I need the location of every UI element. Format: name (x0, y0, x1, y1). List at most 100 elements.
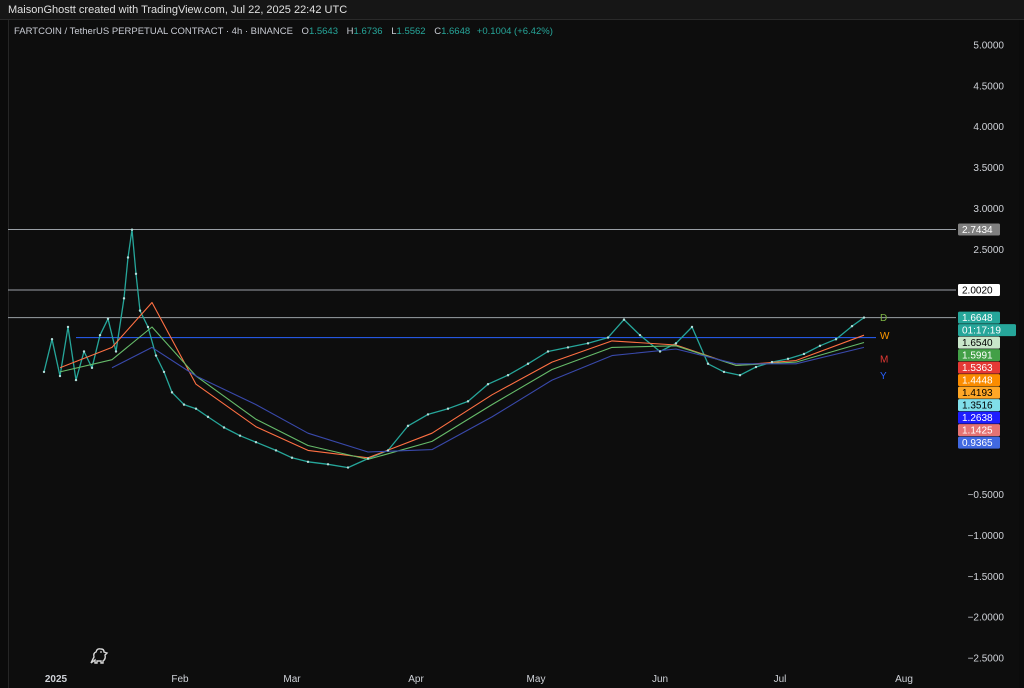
x-axis-tick-label: Jun (652, 674, 668, 685)
price-point (862, 316, 866, 319)
x-axis-tick-label: Apr (408, 674, 424, 685)
symbol-legend: FARTCOIN / TetherUS PERPETUAL CONTRACT ·… (14, 26, 553, 37)
price-point (138, 309, 142, 312)
price-point (126, 256, 130, 259)
price-tag-label: 1.6648 (962, 313, 993, 324)
price-point (690, 325, 694, 329)
price-point (170, 391, 174, 394)
price-point (526, 362, 530, 365)
price-tag-label: 0.9365 (962, 438, 993, 449)
price-point (146, 325, 150, 329)
price-point (722, 370, 726, 374)
price-point (638, 333, 642, 337)
y-axis-tick-label: −1.0000 (968, 531, 1005, 542)
y-axis-tick-label: 3.5000 (973, 163, 1004, 174)
tradingview-logo-icon[interactable] (88, 644, 110, 671)
open-label: O (301, 26, 309, 37)
price-tag-label: 1.2638 (962, 413, 993, 424)
price-point (82, 350, 86, 353)
price-point (834, 338, 838, 341)
price-point (386, 449, 390, 452)
x-axis-tick-label: May (527, 674, 546, 685)
price-point (154, 354, 158, 357)
price-point (406, 424, 410, 428)
price-point (818, 344, 822, 347)
price-point (770, 360, 774, 364)
y-axis-tick-label: 5.0000 (973, 41, 1004, 52)
price-tag-label: 1.5363 (962, 363, 993, 374)
price-tag-label: 1.4193 (962, 388, 993, 399)
y-axis-tick-label: 4.5000 (973, 81, 1004, 92)
price-point (506, 374, 510, 377)
price-point (90, 366, 94, 370)
y-axis-tick-label: −2.0000 (968, 613, 1005, 624)
price-point (546, 350, 550, 353)
price-tag-label: 2.0020 (962, 286, 993, 297)
price-point (366, 457, 370, 460)
price-point (206, 415, 210, 419)
low-value: 1.5562 (396, 26, 426, 37)
price-tag-label: 01:17:19 (962, 326, 1001, 337)
open-value: 1.5643 (308, 26, 338, 37)
close-value: 1.6648 (441, 26, 471, 37)
price-point (622, 318, 626, 321)
price-point (674, 342, 678, 345)
price-point (346, 466, 350, 469)
ema-slow-series-line (111, 346, 865, 453)
price-point (74, 378, 78, 382)
price-point (426, 413, 430, 416)
price-point (850, 324, 854, 328)
symbol-title: FARTCOIN / TetherUS PERPETUAL CONTRACT ·… (14, 26, 293, 37)
price-point (606, 336, 610, 339)
y-axis-tick-label: −0.5000 (968, 490, 1005, 501)
price-point (658, 350, 662, 353)
level-marker-label: D (880, 313, 887, 324)
price-point (306, 460, 310, 464)
y-axis-tick-label: 3.0000 (973, 204, 1004, 215)
y-axis-tick-label: 4.0000 (973, 122, 1004, 133)
price-point (98, 333, 102, 337)
change-value: +0.1004 (+6.42%) (476, 26, 553, 37)
price-point (802, 352, 806, 356)
price-point (162, 370, 166, 374)
level-marker-label: M (880, 355, 888, 366)
x-axis-tick-label: 2025 (45, 674, 68, 685)
price-point (134, 272, 138, 276)
price-point (754, 365, 758, 369)
price-point (238, 434, 242, 437)
y-axis-tick-label: −1.5000 (968, 572, 1005, 583)
price-point (66, 325, 70, 329)
price-point (486, 382, 490, 386)
price-point (42, 370, 46, 374)
price-point (130, 228, 134, 231)
price-point (738, 374, 742, 377)
price-point (106, 317, 110, 321)
price-chart[interactable]: DW MY 5.0000 4.5000 4.0000 3.5000 3.0000 2.5000… (0, 0, 1024, 688)
ema-mid-series-line (59, 326, 865, 460)
ema-fast-series-line (59, 301, 865, 459)
price-tag-label: 1.5991 (962, 351, 993, 362)
price-tag-label: 1.4448 (962, 376, 993, 387)
x-axis-tick-label: Mar (283, 674, 301, 685)
price-point (446, 407, 450, 410)
price-point (706, 362, 710, 365)
x-axis-tick-label: Feb (171, 674, 189, 685)
price-point (58, 374, 62, 378)
y-axis-tick-label: 2.5000 (973, 245, 1004, 256)
price-point (50, 338, 54, 341)
high-label: H (346, 26, 354, 37)
price-point (290, 456, 294, 459)
price-point (114, 350, 118, 353)
price-point (566, 346, 570, 349)
price-point (586, 342, 590, 345)
level-marker-label: W (880, 331, 890, 342)
price-tag-label: 1.6540 (962, 338, 993, 349)
high-value: 1.6736 (353, 26, 383, 37)
y-axis-tick-label: −2.5000 (968, 654, 1005, 665)
price-point (466, 400, 470, 403)
price-point (326, 463, 330, 466)
price-point (254, 441, 258, 444)
x-axis-tick-label: Aug (895, 674, 913, 685)
price-point (222, 426, 226, 429)
price-tag-label: 1.3516 (962, 401, 993, 412)
